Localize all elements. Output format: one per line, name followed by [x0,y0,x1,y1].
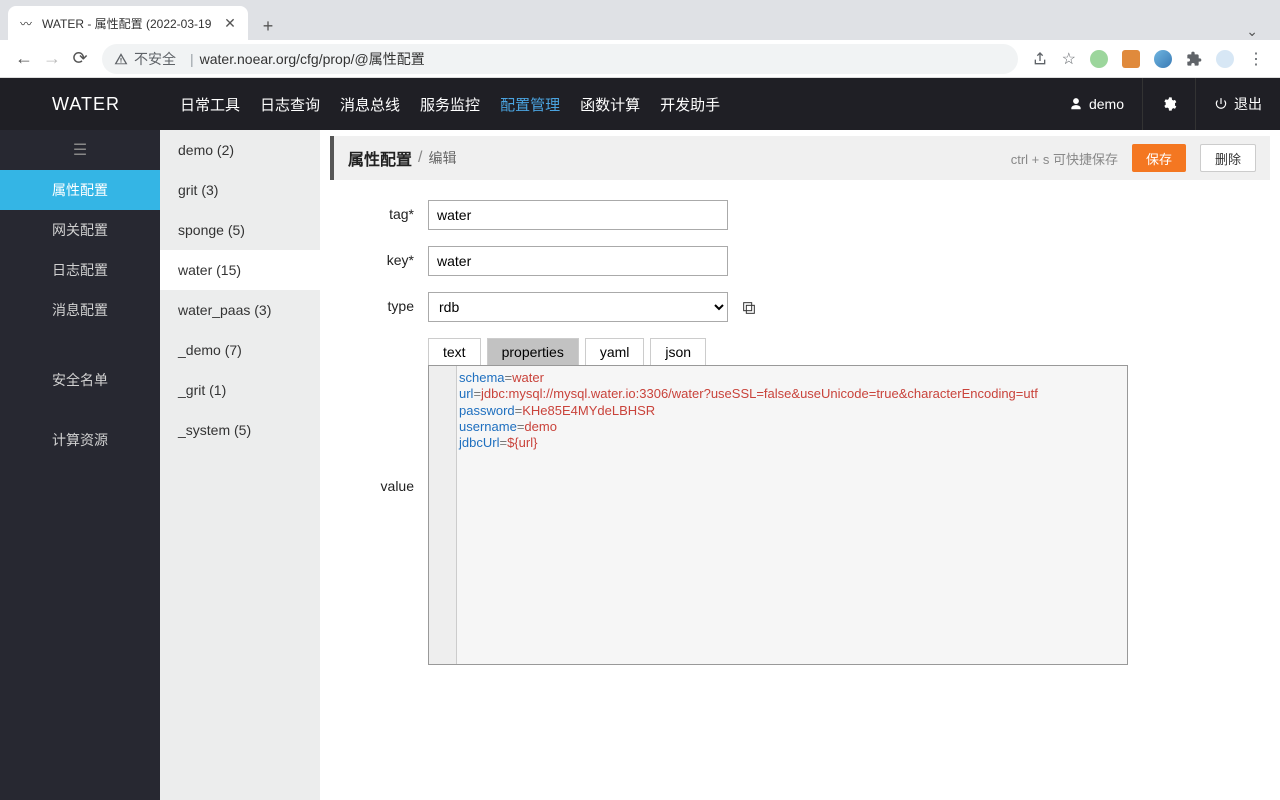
extension-icon[interactable] [1122,50,1140,68]
format-tab[interactable]: json [650,338,706,365]
power-icon [1214,97,1228,111]
tag-item[interactable]: water_paas (3) [160,290,320,330]
toolbar-icons: ☆ ⋮ [1026,49,1270,69]
url-text: water.noear.org/cfg/prop/@属性配置 [200,49,425,69]
new-tab-button[interactable]: + [254,12,282,40]
share-icon[interactable] [1032,51,1048,67]
user-icon [1069,97,1083,111]
extension-icon[interactable] [1090,50,1108,68]
top-nav: 日常工具日志查询消息总线服务监控配置管理函数计算开发助手 [180,94,720,115]
address-bar[interactable]: 不安全 | water.noear.org/cfg/prop/@属性配置 [102,44,1018,74]
form: tag* key* type rdb [320,200,1280,665]
avatar-icon[interactable] [1216,50,1234,68]
top-nav-item[interactable]: 开发助手 [660,94,720,115]
back-button[interactable]: ← [10,45,38,73]
save-button[interactable]: 保存 [1132,144,1186,172]
tag-label: tag* [340,200,428,222]
tag-input[interactable] [428,200,728,230]
save-label: 保存 [1146,149,1172,168]
top-nav-item[interactable]: 日常工具 [180,94,240,115]
tag-item[interactable]: _demo (7) [160,330,320,370]
top-nav-item[interactable]: 日志查询 [260,94,320,115]
format-tab[interactable]: yaml [585,338,645,365]
extensions-icon[interactable] [1186,51,1202,67]
sidebar-toggle[interactable]: ☰ [0,130,160,170]
type-select[interactable]: rdb [428,292,728,322]
tag-item[interactable]: water (15) [160,250,320,290]
insecure-badge: 不安全 [114,49,176,69]
editor-gutter [429,366,457,664]
close-icon[interactable]: ✕ [222,15,238,31]
settings-button[interactable] [1142,78,1195,130]
forward-button[interactable]: → [38,45,66,73]
format-tab[interactable]: properties [487,338,579,365]
app-header: WATER 日常工具日志查询消息总线服务监控配置管理函数计算开发助手 demo … [0,78,1280,130]
tab-title: WATER - 属性配置 (2022-03-19 [42,15,222,32]
key-input[interactable] [428,246,728,276]
breadcrumb-sep: / [418,149,422,167]
app: WATER 日常工具日志查询消息总线服务监控配置管理函数计算开发助手 demo … [0,78,1280,800]
code-editor[interactable]: schema=water url=jdbc:mysql://mysql.wate… [428,365,1128,665]
tag-item[interactable]: grit (3) [160,170,320,210]
editor-content[interactable]: schema=water url=jdbc:mysql://mysql.wate… [457,366,1127,664]
type-label: type [340,292,428,314]
sidebar-item[interactable]: 网关配置 [0,210,160,250]
bookmark-icon[interactable]: ☆ [1062,49,1076,69]
extension-icon[interactable] [1154,50,1172,68]
browser-toolbar: ← → ⟳ 不安全 | water.noear.org/cfg/prop/@属性… [0,40,1280,78]
insecure-label: 不安全 [134,49,176,69]
user-label: demo [1089,96,1124,112]
top-nav-item[interactable]: 配置管理 [500,94,560,115]
save-hint: ctrl + s 可快捷保存 [1011,149,1118,168]
key-label: key* [340,246,428,268]
user-menu[interactable]: demo [1051,78,1142,130]
value-label: value [340,338,428,494]
delete-button[interactable]: 删除 [1200,144,1256,172]
page-subtitle: 编辑 [428,148,456,168]
sidebar-left: ☰ 属性配置网关配置日志配置消息配置 安全名单计算资源 [0,130,160,800]
format-tabs: textpropertiesyamljson [428,338,1128,365]
browser-tab[interactable]: 〰 WATER - 属性配置 (2022-03-19 ✕ [8,6,248,40]
tag-item[interactable]: _grit (1) [160,370,320,410]
sidebar-item[interactable]: 计算资源 [0,410,160,470]
tab-dropdown-icon[interactable]: ⌄ [1246,23,1272,40]
copy-icon[interactable] [738,297,760,319]
browser-chrome: 〰 WATER - 属性配置 (2022-03-19 ✕ + ⌄ ← → ⟳ 不… [0,0,1280,78]
format-tab[interactable]: text [428,338,481,365]
logout-button[interactable]: 退出 [1195,78,1280,130]
reload-button[interactable]: ⟳ [66,45,94,73]
tag-item[interactable]: _system (5) [160,410,320,450]
site-favicon: 〰 [18,15,34,31]
top-nav-item[interactable]: 函数计算 [580,94,640,115]
delete-label: 删除 [1215,149,1241,168]
page-header: 属性配置 / 编辑 ctrl + s 可快捷保存 保存 删除 [330,136,1270,180]
sidebar-item[interactable]: 安全名单 [0,350,160,410]
main-content: 属性配置 / 编辑 ctrl + s 可快捷保存 保存 删除 tag* key* [320,130,1280,800]
app-logo: WATER [52,94,180,115]
page-title: 属性配置 [348,146,412,170]
warning-icon [114,52,128,66]
top-nav-item[interactable]: 服务监控 [420,94,480,115]
gear-icon [1161,96,1177,112]
sidebar-tags: demo (2)grit (3)sponge (5)water (15)wate… [160,130,320,800]
sidebar-item[interactable]: 消息配置 [0,290,160,330]
menu-icon[interactable]: ⋮ [1248,49,1264,69]
tag-item[interactable]: sponge (5) [160,210,320,250]
sidebar-item[interactable]: 属性配置 [0,170,160,210]
tab-strip: 〰 WATER - 属性配置 (2022-03-19 ✕ + ⌄ [0,0,1280,40]
sidebar-item[interactable]: 日志配置 [0,250,160,290]
logout-label: 退出 [1234,94,1262,114]
tag-item[interactable]: demo (2) [160,130,320,170]
top-nav-item[interactable]: 消息总线 [340,94,400,115]
